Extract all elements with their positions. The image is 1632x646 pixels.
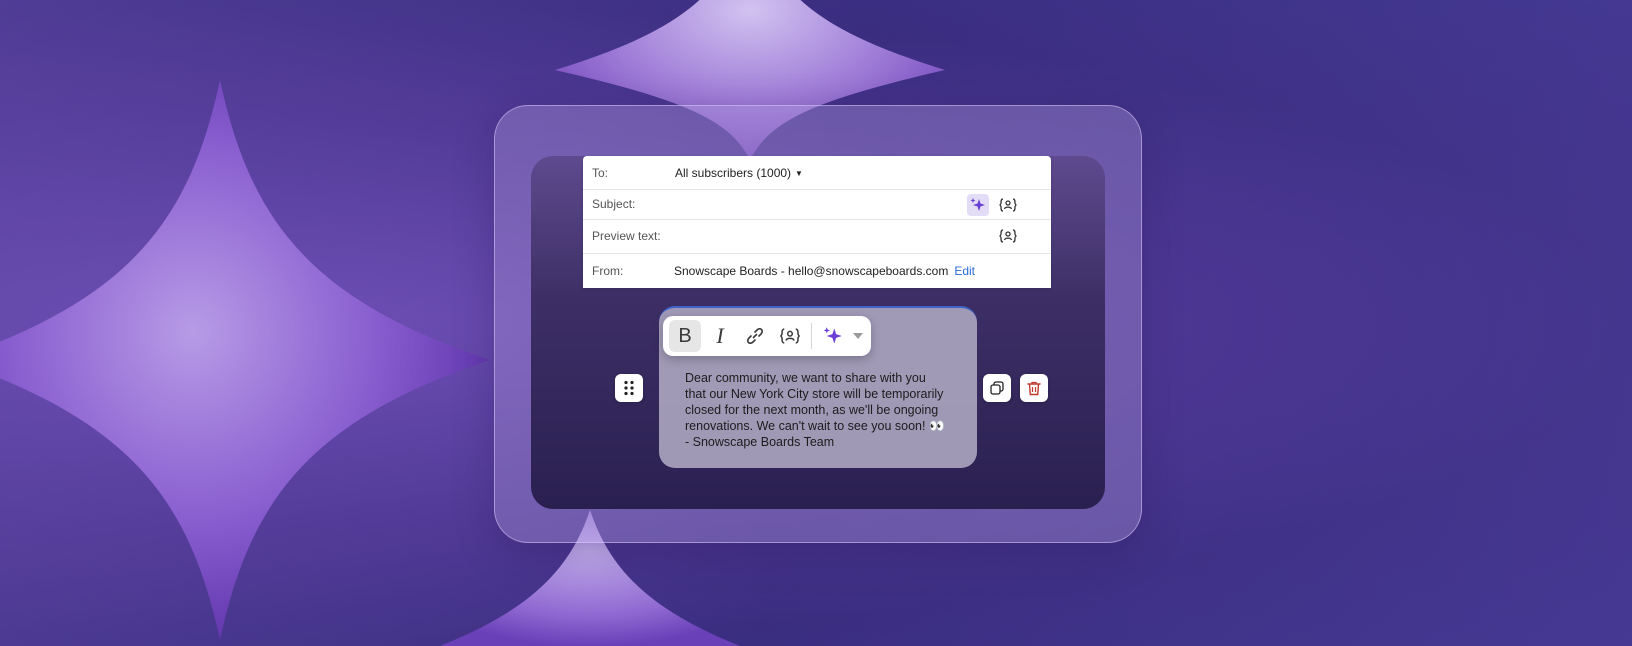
personalize-icon[interactable] xyxy=(997,194,1019,216)
from-value-group: Snowscape Boards - hello@snowscapeboards… xyxy=(674,264,975,278)
caret-down-icon: ▼ xyxy=(795,168,803,178)
editor-body-text[interactable]: Dear community, we want to share with yo… xyxy=(685,370,965,450)
preview-text-row[interactable]: Preview text: xyxy=(583,219,1051,254)
italic-icon: I xyxy=(716,323,724,348)
email-header-form: To: All subscribers (1000) ▼ Subject: Pre… xyxy=(583,156,1051,288)
bold-icon: B xyxy=(678,324,692,347)
duplicate-block-button[interactable] xyxy=(983,374,1011,402)
delete-block-button[interactable] xyxy=(1020,374,1048,402)
recipient-dropdown[interactable]: All subscribers (1000) ▼ xyxy=(675,166,803,180)
ai-assist-dropdown[interactable] xyxy=(849,333,867,339)
link-icon xyxy=(747,328,763,344)
subject-row[interactable]: Subject: xyxy=(583,189,1051,220)
drag-handle-icon xyxy=(624,380,634,396)
ai-assist-button[interactable] xyxy=(817,320,849,352)
from-label: From: xyxy=(592,263,624,278)
bold-button[interactable]: B xyxy=(669,320,701,352)
formatting-toolbar: B I xyxy=(663,316,871,356)
personalize-icon[interactable] xyxy=(997,225,1019,247)
glass-card: To: All subscribers (1000) ▼ Subject: Pre… xyxy=(494,105,1142,543)
to-label: To: xyxy=(592,165,609,180)
personalize-icon xyxy=(780,328,800,344)
italic-button[interactable]: I xyxy=(704,320,736,352)
recipient-value: All subscribers (1000) xyxy=(675,165,792,180)
drag-handle-button[interactable] xyxy=(615,374,643,402)
sparkle-icon xyxy=(823,327,842,344)
email-composer-panel: To: All subscribers (1000) ▼ Subject: Pre… xyxy=(531,156,1105,509)
sparkle-icon[interactable] xyxy=(967,194,989,216)
toolbar-divider xyxy=(811,323,812,349)
to-row: To: All subscribers (1000) ▼ xyxy=(583,156,1051,190)
decorative-star-left xyxy=(0,80,500,640)
from-row: From: Snowscape Boards - hello@snowscape… xyxy=(583,253,1051,288)
personalize-button[interactable] xyxy=(774,320,806,352)
chevron-down-icon xyxy=(853,333,863,339)
duplicate-icon xyxy=(990,381,1004,395)
edit-from-link[interactable]: Edit xyxy=(954,264,975,278)
from-value: Snowscape Boards - hello@snowscapeboards… xyxy=(674,263,949,278)
trash-icon xyxy=(1027,381,1041,395)
link-button[interactable] xyxy=(739,320,771,352)
preview-text-label: Preview text: xyxy=(592,229,661,243)
subject-label: Subject: xyxy=(592,197,636,211)
